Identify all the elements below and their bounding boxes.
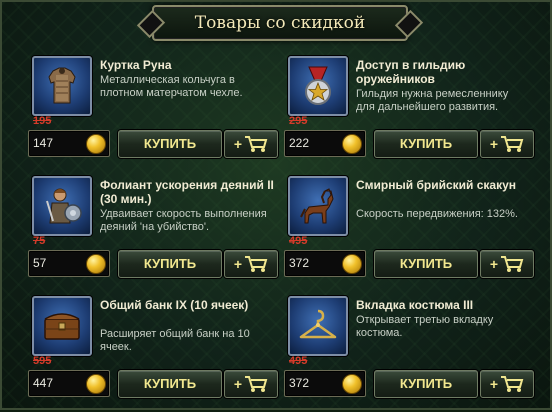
discount-shop-window: Товары со скидкой Куртка Руна Металличес…	[0, 0, 552, 410]
item-name: Куртка Руна	[100, 58, 172, 72]
item-description: Скорость передвижения: 132%.	[356, 208, 518, 220]
add-to-cart-button[interactable]: +	[224, 370, 278, 398]
horse-icon	[300, 188, 334, 224]
plus-icon: +	[489, 376, 499, 392]
buy-button[interactable]: КУПИТЬ	[374, 370, 478, 398]
add-to-cart-button[interactable]: +	[224, 130, 278, 158]
plus-icon: +	[489, 256, 499, 272]
item-icon-frame[interactable]	[32, 176, 92, 236]
shop-item-card: Общий банк IX (10 ячеек) Расширяет общий…	[22, 292, 278, 412]
item-icon-frame[interactable]	[32, 56, 92, 116]
item-description: Металлическая кольчуга в плотном матерча…	[100, 74, 243, 99]
plus-icon: +	[233, 256, 243, 272]
buy-button[interactable]: КУПИТЬ	[374, 130, 478, 158]
shop-item-card: Вкладка костюма III Открывает третью вкл…	[278, 292, 534, 412]
price-field: 372	[284, 250, 366, 277]
chest-icon	[44, 313, 80, 340]
gold-coin-icon	[342, 134, 362, 154]
hanger-icon	[299, 309, 337, 339]
item-name: Вкладка костюма III	[356, 298, 474, 312]
add-to-cart-button[interactable]: +	[480, 370, 534, 398]
item-icon-frame[interactable]	[288, 296, 348, 356]
add-to-cart-button[interactable]: +	[480, 130, 534, 158]
item-description: Гильдия нужна ремесленнику для дальнейше…	[356, 88, 509, 113]
item-description: Удваивает скорость выполнения деяний 'на…	[100, 208, 267, 233]
item-name: Фолиант ускорения деяний II (30 мин.)	[100, 178, 274, 206]
old-price: 295	[289, 115, 308, 127]
price-value: 57	[33, 256, 47, 270]
armor-icon	[48, 67, 76, 104]
plus-icon: +	[489, 136, 499, 152]
old-price: 495	[289, 355, 308, 367]
gold-coin-icon	[86, 254, 106, 274]
shop-item-card: Куртка Руна Металлическая кольчуга в пло…	[22, 52, 278, 172]
price-field: 57	[28, 250, 110, 277]
gold-coin-icon	[86, 134, 106, 154]
price-field: 447	[28, 370, 110, 397]
shop-item-card: Смирный брийский скакун Скорость передви…	[278, 172, 534, 292]
warrior-icon	[46, 188, 82, 224]
shop-item-card: Фолиант ускорения деяний II (30 мин.) Уд…	[22, 172, 278, 292]
old-price: 595	[33, 355, 52, 367]
price-field: 222	[284, 130, 366, 157]
cart-icon	[501, 136, 524, 152]
old-price: 75	[33, 235, 46, 247]
price-value: 447	[33, 376, 54, 390]
shop-item-card: Доступ в гильдию оружейников Гильдия нуж…	[278, 52, 534, 172]
title-plate: Товары со скидкой	[152, 5, 408, 41]
gold-coin-icon	[342, 374, 362, 394]
buy-button[interactable]: КУПИТЬ	[118, 370, 222, 398]
item-name: Смирный брийский скакун	[356, 178, 517, 192]
old-price: 195	[33, 115, 52, 127]
cart-icon	[245, 256, 268, 272]
plus-icon: +	[233, 376, 243, 392]
cart-icon	[501, 256, 524, 272]
buy-button[interactable]: КУПИТЬ	[374, 250, 478, 278]
old-price: 495	[289, 235, 308, 247]
medal-icon	[305, 66, 331, 105]
add-to-cart-button[interactable]: +	[224, 250, 278, 278]
item-description: Расширяет общий банк на 10 ячеек.	[100, 328, 250, 353]
gold-coin-icon	[86, 374, 106, 394]
window-title: Товары со скидкой	[194, 13, 366, 33]
price-value: 147	[33, 136, 54, 150]
item-description: Открывает третью вкладку костюма.	[356, 314, 494, 339]
cart-icon	[501, 376, 524, 392]
item-icon-frame[interactable]	[288, 176, 348, 236]
cart-icon	[245, 136, 268, 152]
item-icon-frame[interactable]	[32, 296, 92, 356]
buy-button[interactable]: КУПИТЬ	[118, 130, 222, 158]
plus-icon: +	[233, 136, 243, 152]
gold-coin-icon	[342, 254, 362, 274]
price-field: 147	[28, 130, 110, 157]
price-value: 372	[289, 376, 310, 390]
item-name: Общий банк IX (10 ячеек)	[100, 298, 249, 312]
item-name: Доступ в гильдию оружейников	[356, 58, 466, 86]
price-value: 372	[289, 256, 310, 270]
item-icon-frame[interactable]	[288, 56, 348, 116]
price-field: 372	[284, 370, 366, 397]
cart-icon	[245, 376, 268, 392]
price-value: 222	[289, 136, 310, 150]
buy-button[interactable]: КУПИТЬ	[118, 250, 222, 278]
add-to-cart-button[interactable]: +	[480, 250, 534, 278]
